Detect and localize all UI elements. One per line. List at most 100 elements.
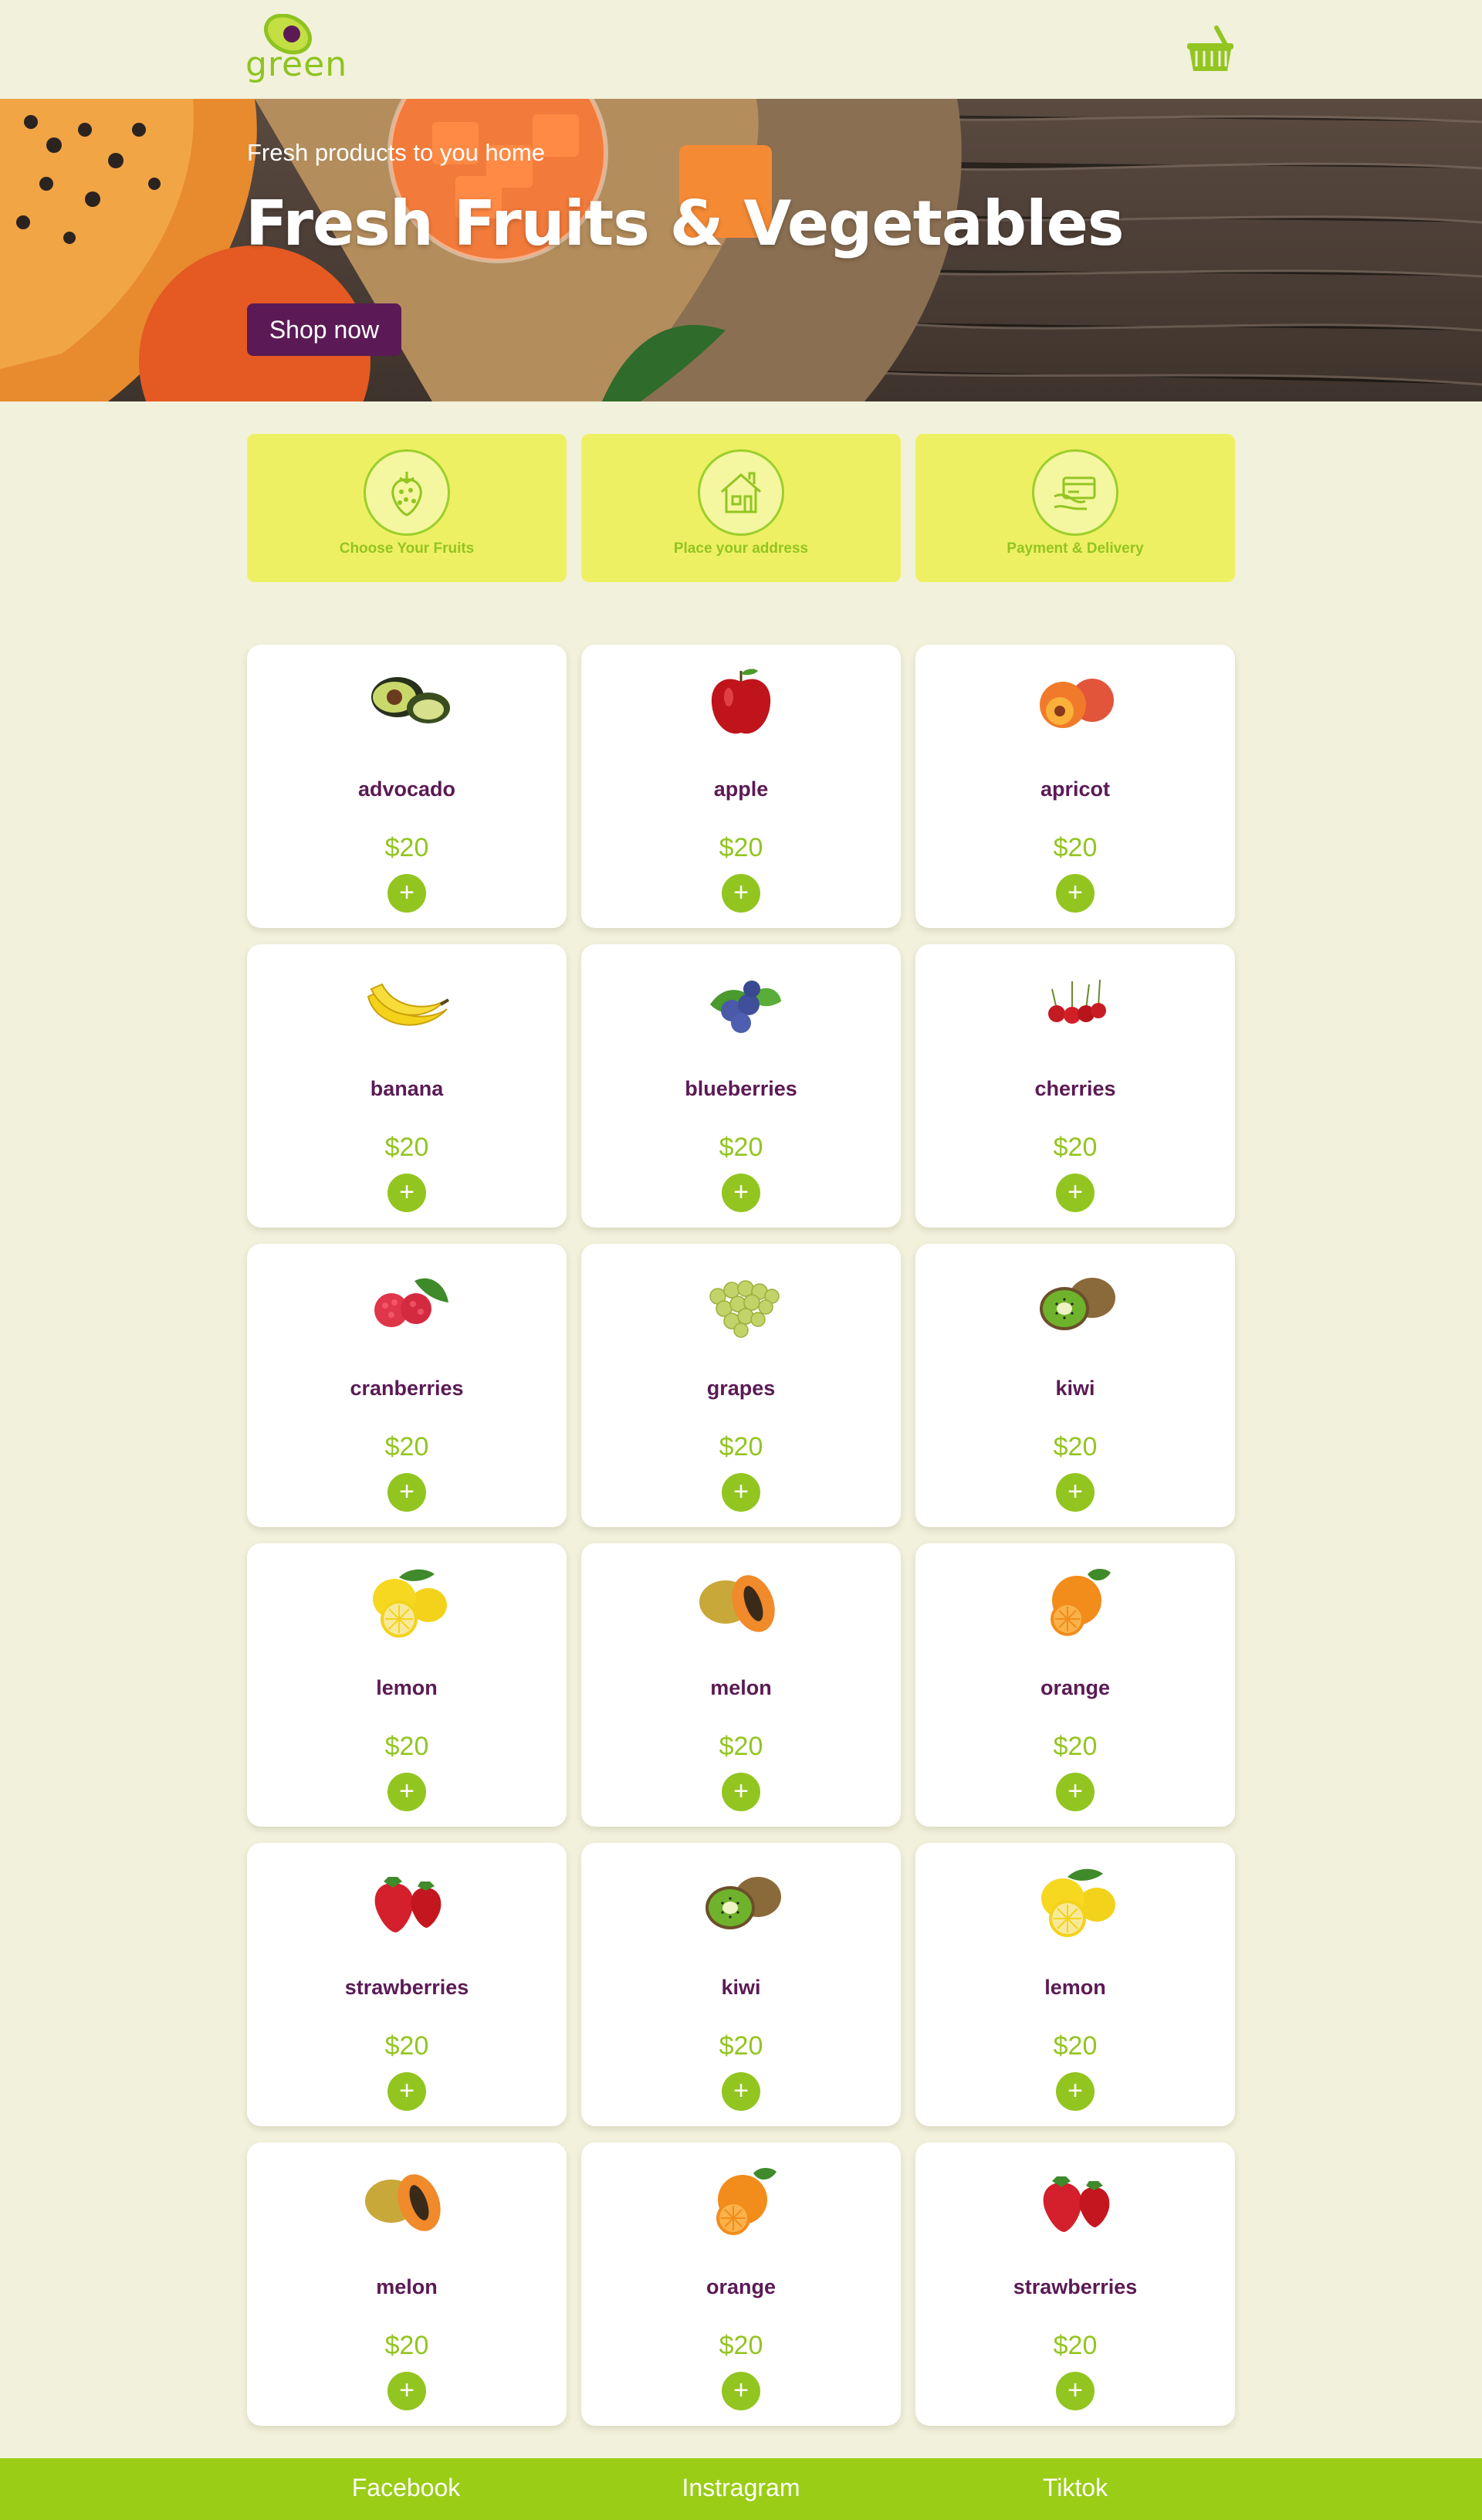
add-to-cart-button[interactable]: + [387,1773,426,1811]
add-to-cart-button[interactable]: + [1056,2072,1095,2111]
orange-icon [1051,1569,1111,1636]
add-to-cart-button[interactable]: + [1056,1773,1095,1811]
product-card[interactable]: kiwi $20 + [581,1843,901,2126]
add-to-cart-button[interactable]: + [722,1174,760,1212]
lemon-icon [1041,1868,1115,1937]
product-card[interactable]: banana $20 + [247,944,567,1228]
banana-icon [367,983,450,1026]
product-name: melon [376,2275,438,2298]
hero-title: Fresh Fruits & Vegetables [245,188,1124,259]
product-name: lemon [376,1676,438,1699]
product-card[interactable]: orange $20 + [581,2142,901,2426]
footer-link-instagram[interactable]: Instragram [587,2474,895,2502]
orange-icon [716,2168,777,2235]
product-card[interactable]: grapes $20 + [581,1244,901,1527]
product-card[interactable]: apricot $20 + [915,645,1235,928]
kiwi-icon [705,1877,781,1929]
strawberries-icon [1043,2176,1110,2232]
add-to-cart-button[interactable]: + [722,2372,760,2410]
product-price: $20 [719,1133,763,1162]
product-card[interactable]: kiwi $20 + [915,1244,1235,1527]
add-to-cart-button[interactable]: + [1056,874,1095,913]
product-name: strawberries [344,1976,469,1999]
product-name: melon [710,1676,772,1699]
add-to-cart-button[interactable]: + [1056,1174,1095,1212]
apple-icon [711,669,771,734]
product-price: $20 [1053,833,1098,862]
add-to-cart-button[interactable]: + [387,2072,426,2111]
product-card[interactable]: apple $20 + [581,645,901,928]
add-to-cart-button[interactable]: + [387,874,426,913]
papaya-icon [365,2174,441,2231]
papaya-icon [699,1575,775,1632]
add-to-cart-button[interactable]: + [387,1473,426,1512]
product-card[interactable]: orange $20 + [915,1543,1235,1827]
product-name: kiwi [721,1976,761,1999]
product-name: orange [1040,1676,1111,1699]
card-payment-icon [1032,449,1118,536]
step-place-address: Place your address [581,434,901,582]
product-name: kiwi [1055,1377,1095,1400]
product-name: orange [705,2275,777,2298]
cherries-icon [1048,979,1106,1024]
basket-icon[interactable] [1186,23,1235,74]
kiwi-icon [1040,1278,1115,1330]
product-price: $20 [1053,1732,1098,1761]
site-footer: Facebook Instragram Tiktok [0,2458,1482,2520]
product-card[interactable]: cherries $20 + [915,944,1235,1228]
add-to-cart-button[interactable]: + [1056,2372,1095,2410]
product-price: $20 [1053,2031,1098,2061]
product-name: lemon [1044,1976,1106,1999]
product-price: $20 [384,2031,429,2061]
product-name: banana [370,1077,444,1100]
product-card[interactable]: melon $20 + [581,1543,901,1827]
add-to-cart-button[interactable]: + [387,1174,426,1212]
product-card[interactable]: blueberries $20 + [581,944,901,1228]
blueberries-icon [710,981,781,1033]
product-price: $20 [1053,1133,1098,1162]
hero-banner: Fresh products to you home Fresh Fruits … [0,99,1482,401]
how-it-works: Choose Your Fruits Place your address Pa… [247,434,1235,582]
step-label: Place your address [673,540,809,557]
add-to-cart-button[interactable]: + [722,1473,760,1512]
product-price: $20 [719,2031,763,2061]
product-card[interactable]: melon $20 + [247,2142,567,2426]
product-price: $20 [384,1133,429,1162]
product-card[interactable]: lemon $20 + [247,1543,567,1827]
product-price: $20 [384,1432,429,1462]
product-card[interactable]: lemon $20 + [915,1843,1235,2126]
product-name: apricot [1040,777,1111,801]
product-price: $20 [1053,1432,1098,1462]
product-price: $20 [384,1732,429,1761]
product-card[interactable]: strawberries $20 + [247,1843,567,2126]
house-icon [698,449,784,536]
add-to-cart-button[interactable]: + [722,874,760,913]
product-name: strawberries [1013,2275,1138,2298]
apricot-icon [1040,679,1114,728]
shop-now-button[interactable]: Shop now [247,303,401,356]
product-card[interactable]: cranberries $20 + [247,1244,567,1527]
product-name: advocado [357,777,456,801]
product-card[interactable]: advocado $20 + [247,645,567,928]
lemon-icon [373,1569,447,1638]
product-price: $20 [1053,2331,1098,2360]
add-to-cart-button[interactable]: + [1056,1473,1095,1512]
add-to-cart-button[interactable]: + [722,2072,760,2111]
product-card[interactable]: strawberries $20 + [915,2142,1235,2426]
product-price: $20 [719,833,763,862]
product-name: cherries [1034,1077,1116,1100]
step-label: Payment & Delivery [1007,540,1144,557]
add-to-cart-button[interactable]: + [722,1773,760,1811]
product-name: grapes [706,1377,776,1400]
hero-subtitle: Fresh products to you home [247,139,545,166]
strawberries-icon [374,1877,442,1932]
avocado-icon [371,677,450,723]
step-choose-fruits: Choose Your Fruits [247,434,567,582]
add-to-cart-button[interactable]: + [387,2372,426,2410]
product-price: $20 [384,2331,429,2360]
step-payment-delivery: Payment & Delivery [915,434,1235,582]
footer-link-facebook[interactable]: Facebook [252,2474,560,2502]
footer-link-tiktok[interactable]: Tiktok [921,2474,1230,2502]
logo-text[interactable]: green [245,45,347,84]
product-price: $20 [384,833,429,862]
